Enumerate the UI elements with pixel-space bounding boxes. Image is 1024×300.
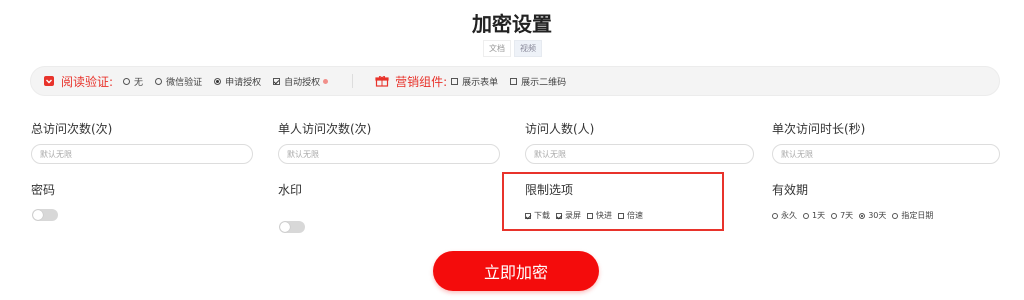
session-duration-input[interactable] bbox=[772, 144, 1000, 164]
validity-option-7-days[interactable]: 7天 bbox=[831, 210, 853, 221]
limit-options-label: 限制选项 bbox=[525, 183, 574, 197]
watermark-toggle[interactable] bbox=[279, 221, 305, 233]
option-label: 快进 bbox=[596, 211, 612, 220]
option-label: 展示表单 bbox=[462, 77, 499, 88]
validity-option-1-day[interactable]: 1天 bbox=[803, 210, 825, 221]
checkbox[interactable] bbox=[556, 212, 562, 219]
read-verify-label: 阅读验证: bbox=[61, 74, 114, 89]
checkbox[interactable] bbox=[618, 212, 624, 219]
option-label: 下载 bbox=[534, 211, 550, 220]
validity-option-permanent[interactable]: 永久 bbox=[772, 210, 797, 221]
doc-type-tabs: 文档 视频 bbox=[483, 40, 542, 57]
radio[interactable] bbox=[831, 212, 838, 219]
checkbox[interactable] bbox=[587, 212, 593, 219]
encrypt-now-button[interactable]: 立即加密 bbox=[433, 251, 599, 291]
field-label-session-duration: 单次访问时长(秒) bbox=[772, 122, 866, 136]
marketing-label: 营销组件: bbox=[395, 74, 448, 89]
verify-option-apply[interactable]: 申请授权 bbox=[214, 75, 261, 88]
limit-option-download[interactable]: 下载 bbox=[525, 210, 550, 221]
password-toggle[interactable] bbox=[32, 209, 58, 221]
option-label: 申请授权 bbox=[225, 77, 262, 88]
tab-video[interactable]: 视频 bbox=[514, 40, 542, 57]
option-label: 30天 bbox=[868, 211, 887, 220]
visitor-count-input[interactable] bbox=[525, 144, 754, 164]
radio[interactable] bbox=[772, 212, 778, 219]
radio[interactable] bbox=[123, 77, 131, 85]
radio[interactable] bbox=[859, 212, 866, 219]
field-label-visitor-count: 访问人数(人) bbox=[525, 122, 595, 136]
option-label: 展示二维码 bbox=[521, 77, 567, 88]
checkbox[interactable] bbox=[510, 77, 518, 85]
limit-option-speed[interactable]: 倍速 bbox=[618, 210, 643, 221]
option-label: 倍速 bbox=[627, 211, 643, 220]
limit-option-screen-record[interactable]: 录屏 bbox=[556, 210, 581, 221]
per-user-visits-input[interactable] bbox=[278, 144, 500, 164]
shield-icon bbox=[43, 75, 55, 87]
marketing-option-qrcode[interactable]: 展示二维码 bbox=[510, 75, 566, 88]
verify-option-auto[interactable]: 自动授权 bbox=[273, 75, 329, 88]
radio[interactable] bbox=[155, 77, 163, 85]
info-dot-icon[interactable] bbox=[323, 78, 329, 84]
field-label-per-user-visits: 单人访问次数(次) bbox=[278, 122, 372, 136]
validity-option-custom-date[interactable]: 指定日期 bbox=[892, 210, 933, 221]
radio[interactable] bbox=[803, 212, 809, 219]
checkbox[interactable] bbox=[525, 212, 531, 219]
validity-options: 永久 1天 7天 30天 指定日期 bbox=[772, 210, 939, 221]
validity-label: 有效期 bbox=[772, 183, 809, 197]
limit-options: 下载 录屏 快进 倍速 bbox=[525, 210, 649, 221]
field-label-total-visits: 总访问次数(次) bbox=[31, 122, 113, 136]
watermark-label: 水印 bbox=[278, 183, 303, 197]
password-label: 密码 bbox=[31, 183, 56, 197]
verify-option-wechat[interactable]: 微信验证 bbox=[155, 75, 202, 88]
validity-option-30-days[interactable]: 30天 bbox=[859, 210, 886, 221]
option-label: 永久 bbox=[781, 211, 797, 220]
page-title: 加密设置 bbox=[472, 12, 552, 36]
option-label: 7天 bbox=[840, 211, 854, 220]
option-label: 指定日期 bbox=[901, 211, 934, 220]
tab-document[interactable]: 文档 bbox=[483, 40, 511, 57]
option-label: 无 bbox=[134, 77, 144, 88]
radio[interactable] bbox=[892, 212, 899, 219]
option-label: 1天 bbox=[812, 211, 826, 220]
limit-option-fast-forward[interactable]: 快进 bbox=[587, 210, 612, 221]
option-label: 自动授权 bbox=[284, 77, 321, 88]
checkbox[interactable] bbox=[451, 77, 459, 85]
checkbox[interactable] bbox=[273, 77, 281, 85]
radio[interactable] bbox=[214, 77, 222, 85]
options-bar: 阅读验证: 无 微信验证 申请授权 自动授权 营销组件: 展示表单 展示二维码 bbox=[30, 66, 1000, 96]
gift-box-icon bbox=[375, 75, 389, 87]
divider bbox=[352, 74, 354, 88]
total-visits-input[interactable] bbox=[31, 144, 253, 164]
option-label: 微信验证 bbox=[166, 77, 203, 88]
option-label: 录屏 bbox=[565, 211, 581, 220]
marketing-option-form[interactable]: 展示表单 bbox=[451, 75, 498, 88]
verify-option-none[interactable]: 无 bbox=[123, 75, 143, 88]
